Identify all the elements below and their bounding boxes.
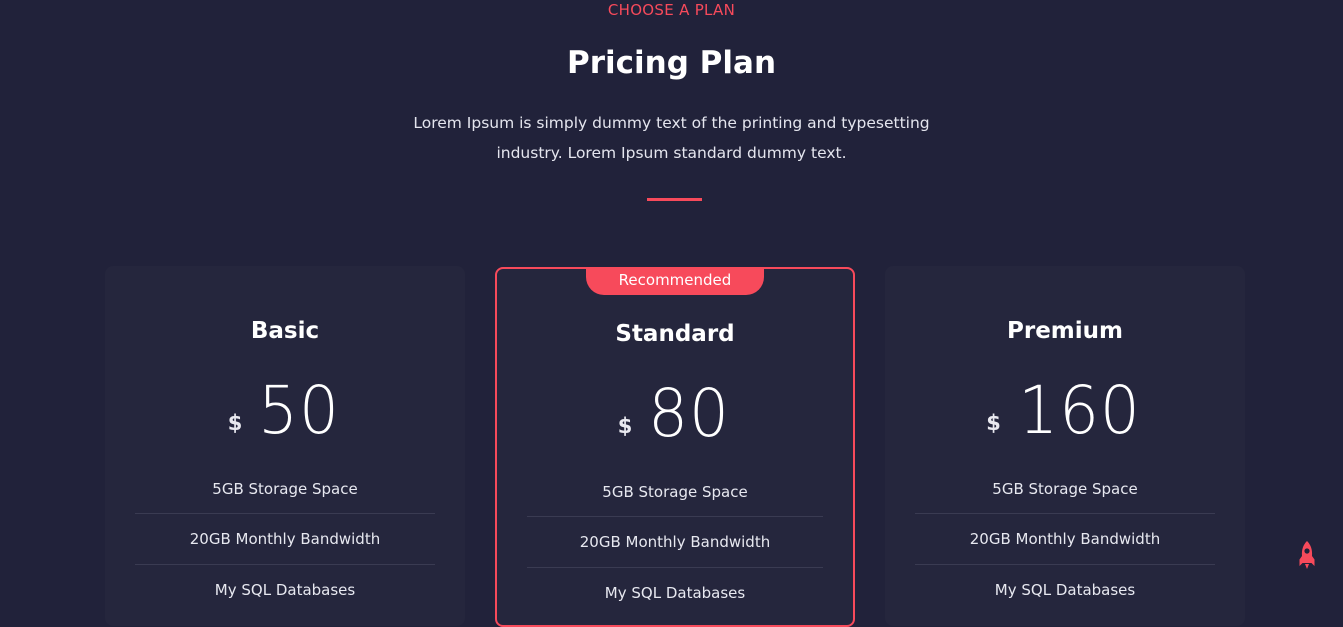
feature-list: 5GB Storage Space 20GB Monthly Bandwidth… (135, 464, 435, 616)
rocket-icon (1299, 541, 1315, 569)
section-intro: Lorem Ipsum is simply dummy text of the … (413, 114, 930, 162)
price-amount: 160 (1018, 372, 1141, 449)
feature-list: 5GB Storage Space 20GB Monthly Bandwidth… (915, 464, 1215, 616)
pricing-card-standard: Recommended Standard $80 5GB Storage Spa… (495, 267, 855, 627)
currency-symbol: $ (986, 411, 1001, 435)
price-amount: 80 (648, 375, 731, 452)
feature-item: 5GB Storage Space (915, 464, 1215, 514)
feature-item: My SQL Databases (214, 581, 356, 599)
pricing-card-basic: Basic $50 5GB Storage Space 20GB Monthly… (105, 266, 465, 626)
feature-item: My SQL Databases (994, 581, 1136, 599)
page-title: Pricing Plan (566, 45, 777, 81)
plan-name: Standard (615, 321, 735, 347)
price-amount: 50 (258, 372, 341, 449)
currency-symbol: $ (227, 411, 243, 435)
plan-price: $160 (885, 376, 1245, 446)
plan-price: $80 (497, 379, 853, 449)
feature-item: 20GB Monthly Bandwidth (527, 517, 823, 568)
feature-item: 20GB Monthly Bandwidth (915, 514, 1215, 565)
feature-item: My SQL Databases (604, 584, 746, 602)
plan-name: Premium (1007, 318, 1123, 344)
title-divider (647, 198, 702, 201)
feature-item: 5GB Storage Space (135, 464, 435, 514)
section-eyebrow: CHOOSE A PLAN (607, 1, 736, 19)
feature-list: 5GB Storage Space 20GB Monthly Bandwidth… (527, 467, 823, 619)
feature-item: 5GB Storage Space (527, 467, 823, 517)
plan-price: $50 (105, 376, 465, 446)
recommended-badge: Recommended (586, 267, 764, 295)
currency-symbol: $ (617, 414, 633, 438)
feature-item: 20GB Monthly Bandwidth (135, 514, 435, 565)
pricing-card-premium: Premium $160 5GB Storage Space 20GB Mont… (885, 266, 1245, 626)
plan-name: Basic (250, 318, 320, 344)
scroll-top-button[interactable] (1295, 540, 1319, 570)
